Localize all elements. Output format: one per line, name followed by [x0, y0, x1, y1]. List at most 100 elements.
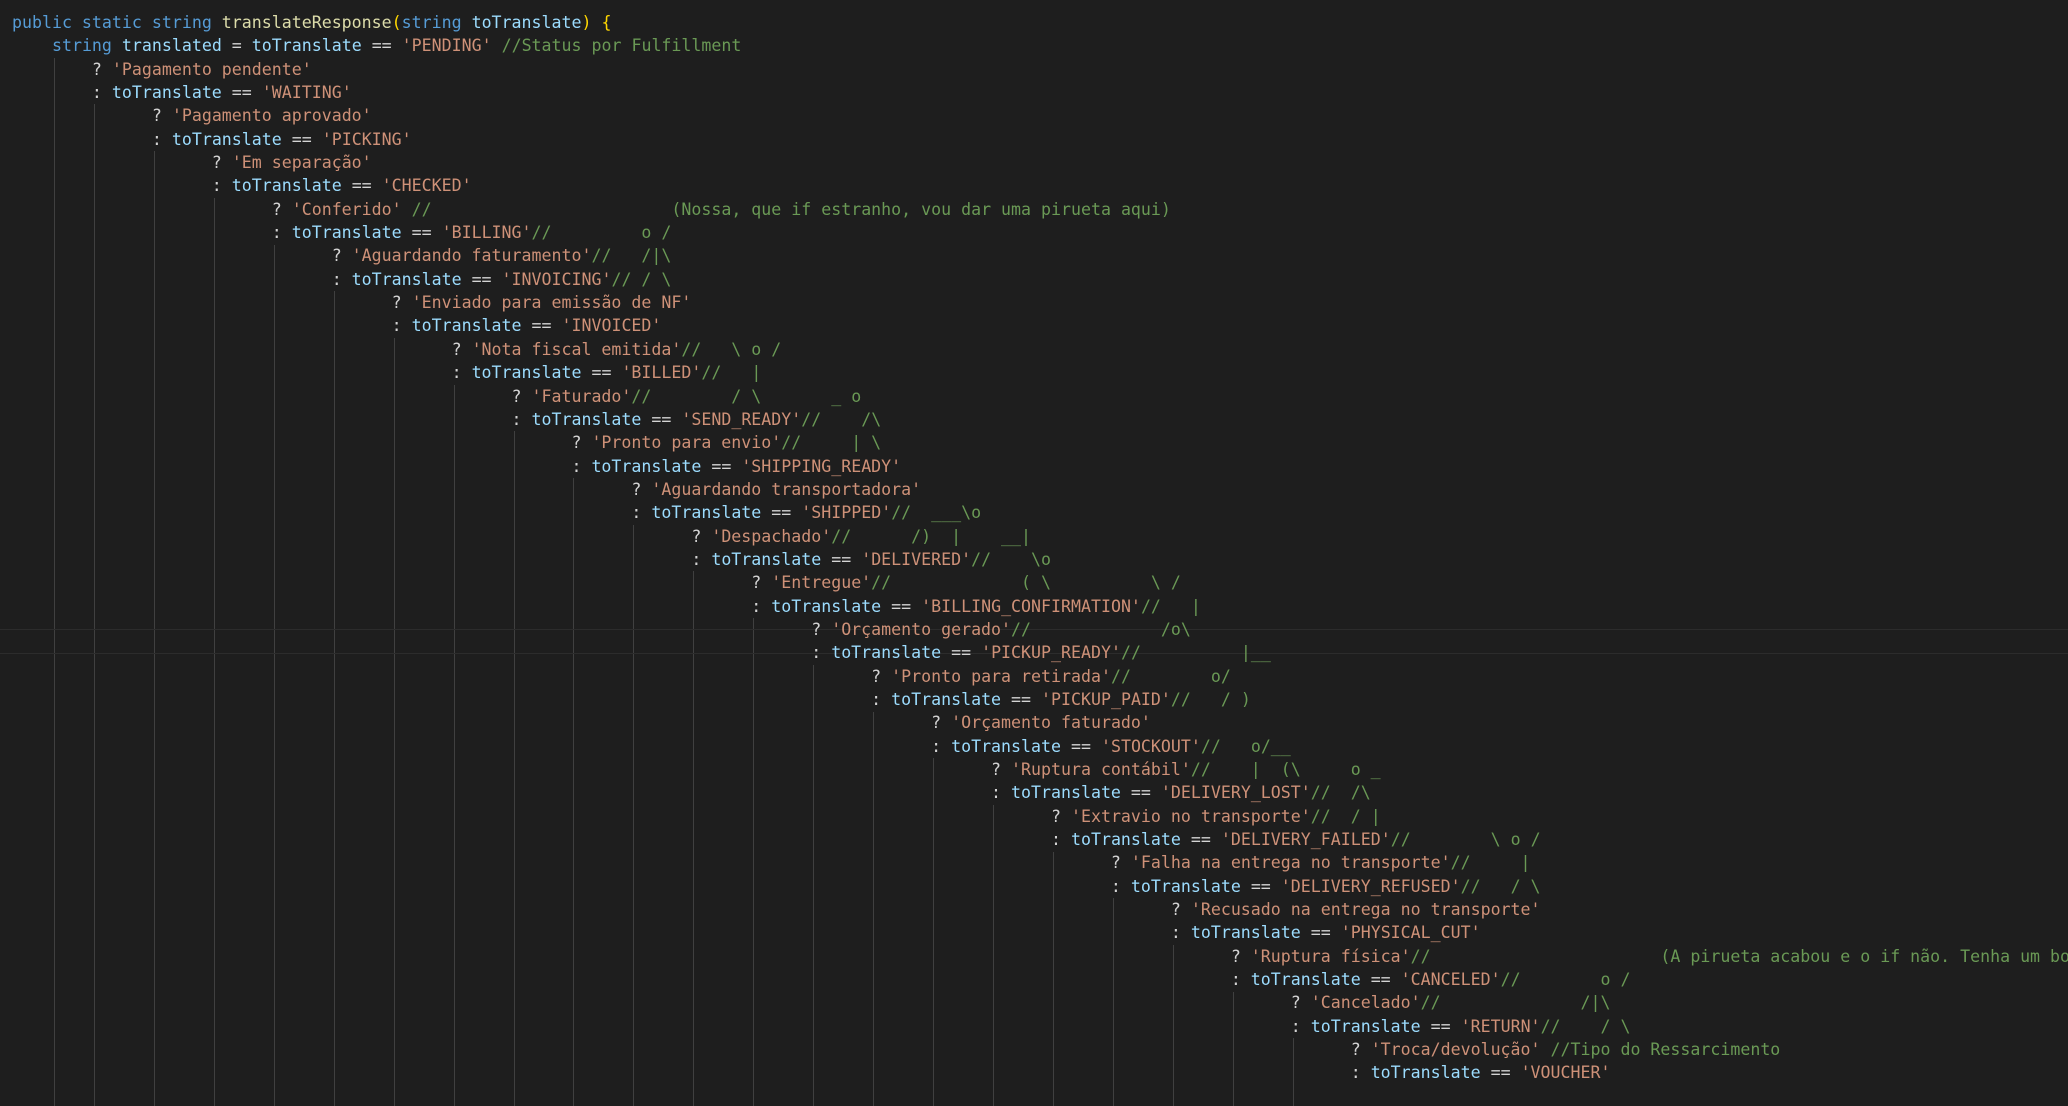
code-line[interactable]: ? 'Nota fiscal emitida'// \ o / [12, 338, 2068, 361]
code-line[interactable]: : toTranslate == 'CANCELED'// o / [12, 968, 2068, 991]
code-token: 'DELIVERED' [861, 549, 972, 569]
code-token: toTranslate [771, 596, 882, 616]
code-token: 'STOCKOUT' [1100, 736, 1201, 756]
code-line[interactable]: : toTranslate == 'PICKUP_PAID'// / ) [12, 688, 2068, 711]
code-token: 'Recusado na entrega no transporte' [1190, 900, 1541, 920]
code-line[interactable]: ? 'Orçamento faturado' [12, 711, 2068, 734]
code-line[interactable]: ? 'Troca/devolução' //Tipo do Ressarcime… [12, 1038, 2068, 1061]
code-line[interactable]: : toTranslate == 'PICKUP_READY'// |__ [12, 641, 2068, 664]
code-token: == [581, 363, 622, 383]
code-line[interactable]: : toTranslate == 'SHIPPING_READY' [12, 455, 2068, 478]
code-line[interactable]: : toTranslate == 'INVOICING'// / \ [12, 268, 2068, 291]
code-token: ? [12, 339, 472, 359]
code-token: : [12, 689, 892, 709]
code-line[interactable]: ? 'Aguardando faturamento'// /|\ [12, 244, 2068, 267]
code-line[interactable]: string translated = toTranslate == 'PEND… [12, 34, 2068, 57]
code-token: // /) | __| [831, 526, 1032, 546]
code-line[interactable]: ? 'Enviado para emissão de NF' [12, 291, 2068, 314]
code-line[interactable]: : toTranslate == 'DELIVERY_FAILED'// \ o… [12, 828, 2068, 851]
code-token: ? [12, 153, 232, 173]
code-token: toTranslate [1310, 1016, 1421, 1036]
code-token: ? [12, 853, 1131, 873]
code-token: 'CANCELED' [1400, 970, 1501, 990]
code-line[interactable]: ? 'Cancelado'// /|\ [12, 991, 2068, 1014]
code-token: translateResponse [221, 13, 392, 32]
code-token: 'BILLING_CONFIRMATION' [921, 596, 1141, 616]
code-token: 'RETURN' [1460, 1016, 1541, 1036]
code-token: == [1120, 783, 1161, 803]
code-token: ? [12, 59, 112, 79]
code-line[interactable]: ? 'Em separação' [12, 151, 2068, 174]
code-token: 'PENDING' [401, 36, 492, 56]
code-line[interactable]: ? 'Entregue'// ( \ \ / [12, 571, 2068, 594]
code-line[interactable]: ? 'Pronto para envio'// | \ [12, 431, 2068, 454]
code-line[interactable]: : toTranslate == 'BILLING_CONFIRMATION'/… [12, 595, 2068, 618]
code-line[interactable]: : toTranslate == 'WAITING' [12, 81, 2068, 104]
code-line[interactable]: : toTranslate == 'SEND_READY'// /\ [12, 408, 2068, 431]
code-line[interactable]: : toTranslate == 'STOCKOUT'// o/__ [12, 735, 2068, 758]
code-token: 'PICKUP_READY' [981, 643, 1121, 663]
code-line[interactable]: : toTranslate == 'DELIVERY_LOST'// /\ [12, 781, 2068, 804]
code-line[interactable]: ? 'Ruptura física'// (A pirueta acabou e… [12, 945, 2068, 968]
code-token: 'INVOICED' [561, 316, 662, 336]
code-token: == [1001, 689, 1042, 709]
code-token: ? [12, 1040, 1371, 1060]
code-line[interactable]: : toTranslate == 'INVOICED' [12, 314, 2068, 337]
code-editor[interactable]: public static string translateResponse(s… [0, 0, 2068, 1106]
code-token: // ( \ \ / [871, 573, 1181, 593]
code-token: toTranslate [111, 83, 222, 103]
code-token: // | [701, 363, 762, 383]
code-token: 'Enviado para emissão de NF' [411, 293, 692, 313]
code-token: 'Despachado' [711, 526, 832, 546]
code-token: 'INVOICING' [501, 269, 612, 289]
code-token: // / \ _ o [631, 386, 862, 406]
code-token: 'PICKUP_PAID' [1041, 689, 1171, 709]
code-line[interactable]: ? 'Despachado'// /) | __| [12, 525, 2068, 548]
code-token: : [12, 1016, 1311, 1036]
code-token: 'Aguardando faturamento' [351, 246, 592, 266]
code-line[interactable]: : toTranslate == 'SHIPPED'// ___\o [12, 501, 2068, 524]
code-line[interactable]: ? 'Orçamento gerado'// /o\ [12, 618, 2068, 641]
code-token: // / \ [1540, 1016, 1631, 1036]
code-line[interactable]: ? 'Extravio no transporte'// / | [12, 805, 2068, 828]
code-line[interactable]: ? 'Falha na entrega no transporte'// | [12, 851, 2068, 874]
code-token: == [1300, 923, 1341, 943]
code-line[interactable]: : toTranslate == 'RETURN'// / \ [12, 1015, 2068, 1038]
code-line[interactable]: : toTranslate == 'VOUCHER' [12, 1061, 2068, 1084]
code-token: 'WAITING' [261, 83, 352, 103]
code-line[interactable]: : toTranslate == 'CHECKED' [12, 174, 2068, 197]
code-line[interactable]: : toTranslate == 'DELIVERED'// \o [12, 548, 2068, 571]
code-line[interactable]: : toTranslate == 'PHYSICAL_CUT' [12, 921, 2068, 944]
code-line[interactable]: ? 'Recusado na entrega no transporte' [12, 898, 2068, 921]
code-token: ? [12, 246, 352, 266]
code-line[interactable]: ? 'Pagamento pendente' [12, 58, 2068, 81]
code-token: ? [12, 573, 772, 593]
code-line[interactable]: ? 'Ruptura contábil'// | (\ o _ [12, 758, 2068, 781]
code-token: == [221, 83, 262, 103]
code-content[interactable]: public static string translateResponse(s… [12, 11, 2068, 1085]
code-token: // /o\ [1011, 619, 1191, 639]
code-token: 'Orçamento faturado' [951, 713, 1151, 733]
code-line[interactable]: public static string translateResponse(s… [12, 11, 2068, 34]
code-token: toTranslate [1011, 783, 1121, 803]
code-token: toTranslate [711, 549, 822, 569]
code-token: // \ o / [1390, 830, 1541, 850]
code-token: 'BILLING' [441, 223, 532, 243]
code-token: 'Pronto para retirada' [891, 666, 1111, 686]
code-token: ? [12, 760, 1012, 779]
code-line[interactable]: : toTranslate == 'PICKING' [12, 128, 2068, 151]
code-line[interactable]: ? 'Conferido' // (Nossa, que if estranho… [12, 198, 2068, 221]
code-token: toTranslate [891, 689, 1002, 709]
code-token: // / \ [611, 269, 672, 289]
code-token: toTranslate [471, 13, 582, 32]
code-line[interactable]: : toTranslate == 'BILLED'// | [12, 361, 2068, 384]
code-line[interactable]: : toTranslate == 'DELIVERY_REFUSED'// / … [12, 875, 2068, 898]
code-line[interactable]: ? 'Pagamento aprovado' [12, 104, 2068, 127]
code-token: ? [12, 993, 1311, 1013]
code-line[interactable]: ? 'Faturado'// / \ _ o [12, 385, 2068, 408]
code-line[interactable]: ? 'Aguardando transportadora' [12, 478, 2068, 501]
code-line[interactable]: : toTranslate == 'BILLING'// o / [12, 221, 2068, 244]
code-token: 'DELIVERY_REFUSED' [1280, 876, 1461, 896]
code-token: toTranslate [1190, 923, 1301, 943]
code-line[interactable]: ? 'Pronto para retirada'// o/ [12, 665, 2068, 688]
